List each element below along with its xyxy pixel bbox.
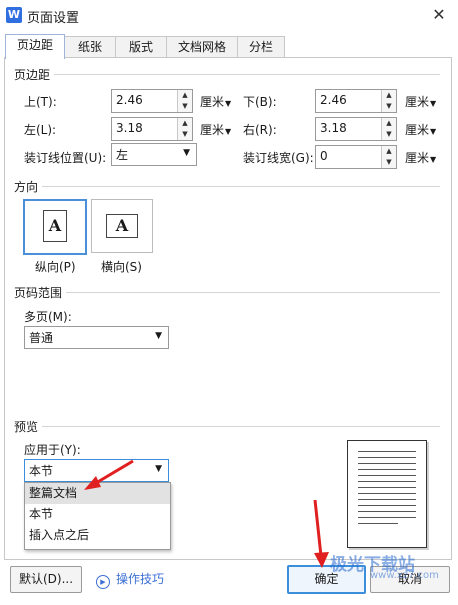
- arrow-to-ok-button: [313, 499, 329, 568]
- annotation-arrows: [84, 459, 329, 568]
- arrow-to-whole-document: [84, 459, 134, 490]
